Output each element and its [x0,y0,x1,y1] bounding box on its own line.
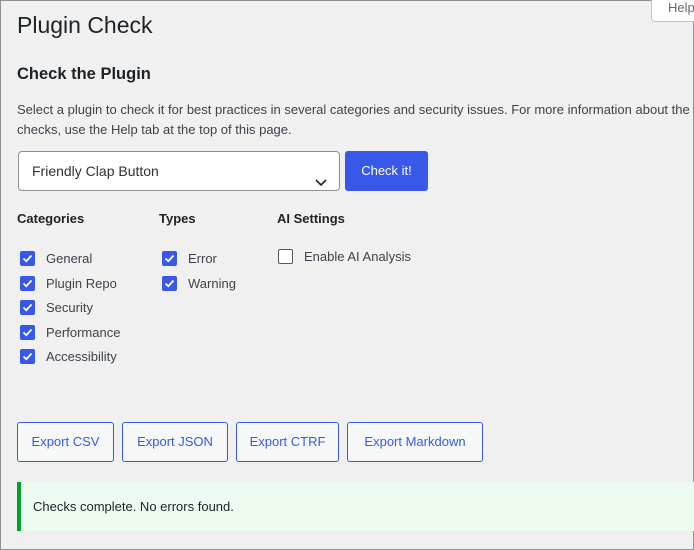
checkbox-row-plugin-repo[interactable]: Plugin Repo [20,274,117,292]
checkbox-label: Warning [188,275,236,291]
checkbox-label: General [46,250,93,266]
check-it-button[interactable]: Check it! [345,151,428,191]
plugin-check-page: Help Plugin Check Check the Plugin Selec… [0,0,694,550]
export-markdown-button[interactable]: Export Markdown [347,422,483,462]
success-notice: Checks complete. No errors found. [17,482,694,531]
description: Select a plugin to check it for best pra… [17,102,690,137]
export-ctrf-button[interactable]: Export CTRF [236,422,339,462]
checkbox-performance[interactable] [20,324,35,340]
checkbox-label: Error [188,250,217,266]
checkbox-error[interactable] [162,250,177,266]
section-title: Check the Plugin [17,65,151,83]
checkbox-row-performance[interactable]: Performance [20,323,120,341]
chevron-down-icon [314,165,328,187]
checkbox-label: Performance [46,324,121,340]
plugin-select-value: Friendly Clap Button [32,163,159,179]
ai-settings-title: AI Settings [277,211,345,226]
checkbox-general[interactable] [20,250,35,266]
checkbox-row-warning[interactable]: Warning [162,274,236,292]
checkbox-security[interactable] [20,299,35,315]
checkbox-label: Accessibility [46,348,117,364]
page-title: Plugin Check [17,12,153,38]
plugin-select[interactable]: Friendly Clap Button [18,151,340,191]
checkbox-label: Plugin Repo [46,275,117,291]
checkbox-label: Security [46,299,93,315]
export-json-button[interactable]: Export JSON [122,422,228,462]
checkbox-row-accessibility[interactable]: Accessibility [20,347,117,365]
checkbox-row-enable-ai-analysis[interactable]: Enable AI Analysis [278,247,411,265]
checkbox-warning[interactable] [162,275,177,291]
help-tab[interactable]: Help [651,0,694,22]
checkbox-row-error[interactable]: Error [162,249,217,267]
types-title: Types [159,211,196,226]
checkbox-accessibility[interactable] [20,348,35,364]
checkbox-label: Enable AI Analysis [304,248,411,264]
export-csv-button[interactable]: Export CSV [17,422,114,462]
checkbox-row-general[interactable]: General [20,249,92,267]
checkbox-plugin-repo[interactable] [20,275,35,291]
checkbox-enable-ai-analysis[interactable] [278,248,293,264]
categories-title: Categories [17,211,85,226]
checkbox-row-security[interactable]: Security [20,298,93,316]
